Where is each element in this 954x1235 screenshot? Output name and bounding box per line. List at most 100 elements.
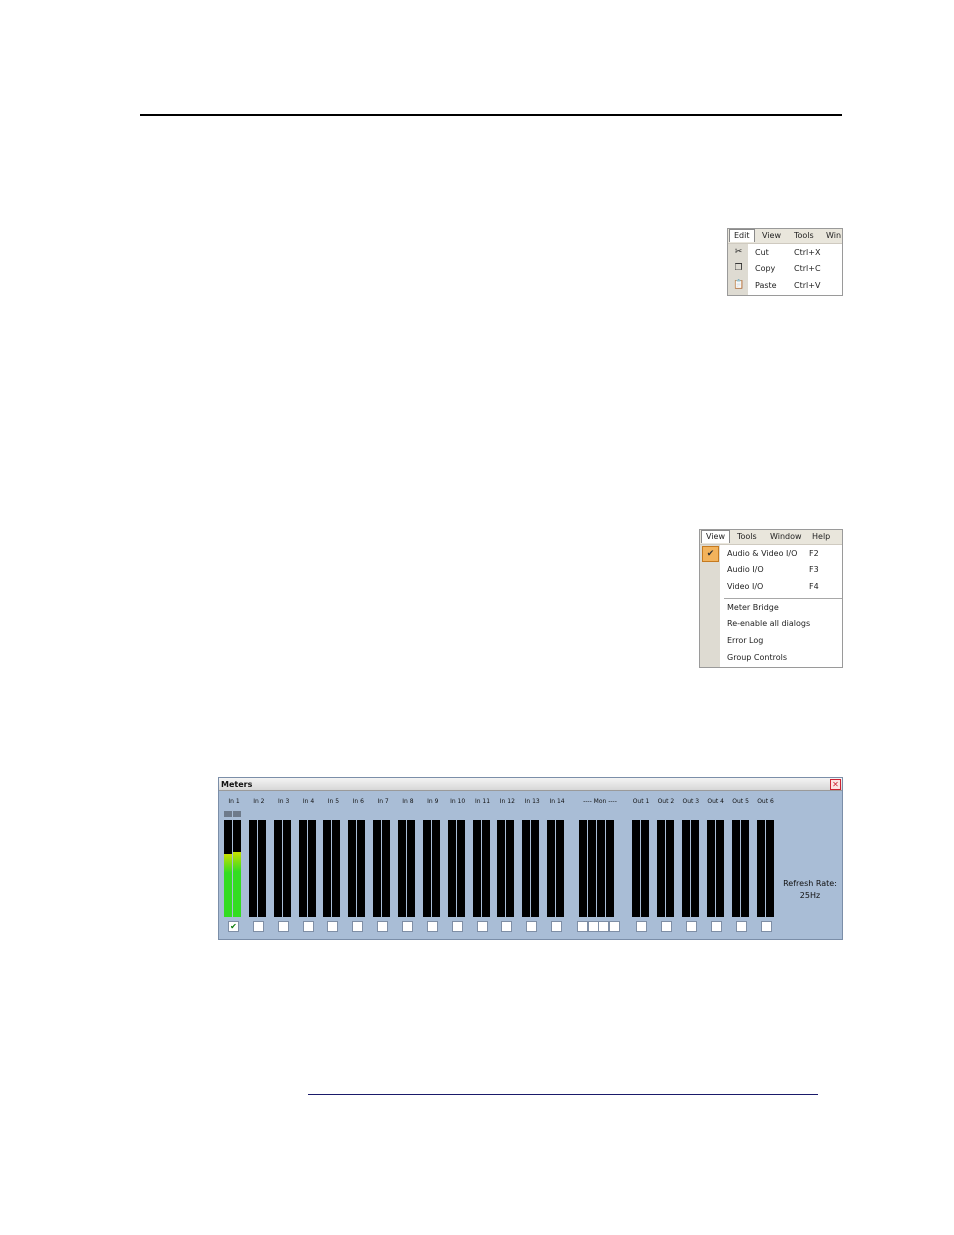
menu-view[interactable]: View [701, 530, 730, 543]
output-checkbox[interactable] [660, 921, 672, 932]
meter-bar [547, 820, 556, 917]
output-label: Out 5 [732, 798, 749, 805]
menu-item-audio-video-io[interactable]: ✔ Audio & Video I/O F2 [700, 546, 842, 562]
mon-checkbox[interactable] [608, 921, 620, 932]
channel-checkbox[interactable] [551, 921, 563, 932]
meter-bar [556, 820, 565, 917]
output-label: Out 2 [657, 798, 675, 805]
meter-bar [656, 820, 665, 917]
meter-bar [665, 820, 674, 917]
meter-bar [456, 820, 465, 917]
menu-item-label: Copy [755, 264, 776, 273]
channel-label: In 12 [499, 798, 515, 805]
channel-label: In 8 [402, 798, 414, 805]
channel-checkbox[interactable] [451, 921, 463, 932]
channel-checkbox[interactable] [401, 921, 413, 932]
mon-checkbox[interactable] [598, 921, 609, 932]
menu-item-label: Audio & Video I/O [727, 549, 798, 558]
channel-checkbox[interactable] [302, 921, 314, 932]
meter-bar [481, 820, 490, 917]
channel-label: In 4 [302, 798, 315, 805]
meter-bar [224, 820, 232, 917]
menu-item-meter-bridge[interactable]: Meter Bridge [700, 600, 842, 616]
channel-checkbox[interactable] [252, 921, 264, 932]
menubar: View Tools Window Help [700, 530, 842, 545]
close-icon[interactable]: ✕ [830, 779, 841, 790]
meter-bar [472, 820, 481, 917]
meter-bar [397, 820, 406, 917]
channel-label: In 11 [474, 798, 491, 805]
output-label: Out 4 [707, 798, 724, 805]
menu-item-label: Meter Bridge [727, 603, 779, 612]
channel-label: In 5 [327, 798, 340, 805]
menu-item-label: Re-enable all dialogs [727, 619, 811, 628]
output-label: Out 1 [632, 798, 650, 805]
meter-bar [765, 820, 774, 917]
meter-bar [681, 820, 690, 917]
channel-label: In 13 [524, 798, 540, 805]
channel-label: In 7 [377, 798, 389, 805]
meter-bar [606, 820, 614, 917]
meters-title: Meters [221, 780, 253, 789]
menu-item-reenable-dialogs[interactable]: Re-enable all dialogs [700, 616, 842, 632]
output-checkbox[interactable] [735, 921, 747, 932]
channel-checkbox[interactable] [352, 921, 364, 932]
channel-checkbox[interactable] [526, 921, 538, 932]
channel-checkbox[interactable] [277, 921, 289, 932]
menu-item-paste[interactable]: 📋 Paste Ctrl+V [728, 278, 842, 294]
channel-checkbox[interactable] [327, 921, 339, 932]
channel-label: In 14 [549, 798, 565, 805]
menu-item-error-log[interactable]: Error Log [700, 633, 842, 649]
header-rule [140, 114, 842, 116]
menu-item-group-controls[interactable]: Group Controls [700, 650, 842, 666]
output-checkbox[interactable] [710, 921, 722, 932]
menu-edit[interactable]: Edit [729, 229, 755, 242]
menu-item-cut[interactable]: ✂ Cut Ctrl+X [728, 245, 842, 261]
meter-bar [588, 820, 596, 917]
output-checkbox[interactable] [760, 921, 772, 932]
output-checkbox[interactable] [636, 921, 647, 932]
channel-checkbox[interactable] [476, 921, 488, 932]
mon-checkbox[interactable] [577, 921, 588, 932]
menu-item-label: Error Log [727, 636, 764, 645]
checkmark-icon: ✔ [702, 546, 719, 562]
output-label: Out 6 [757, 798, 774, 805]
output-checkbox[interactable] [685, 921, 697, 932]
meter-bar [257, 820, 266, 917]
channel-checkbox[interactable] [377, 921, 389, 932]
menu-view[interactable]: View [758, 230, 785, 242]
menu-item-copy[interactable]: ❐ Copy Ctrl+C [728, 261, 842, 277]
output-label: Out 3 [682, 798, 700, 805]
meter-bar [233, 820, 241, 917]
meter-bar [348, 820, 357, 917]
menu-item-shortcut: Ctrl+C [794, 264, 821, 273]
meter-bar [715, 820, 724, 917]
menu-item-label: Video I/O [727, 582, 764, 591]
meter-bar [406, 820, 415, 917]
menubar: Edit View Tools Win [728, 229, 842, 244]
meter-bar [332, 820, 341, 917]
menu-tools[interactable]: Tools [733, 531, 761, 543]
menu-item-video-io[interactable]: Video I/O F4 [700, 579, 842, 595]
meter-bar [248, 820, 257, 917]
channel-checkbox[interactable] [426, 921, 438, 932]
meter-bar [740, 820, 749, 917]
meter-bar [422, 820, 431, 917]
mon-label: ---- Mon ---- [583, 798, 617, 805]
menu-help[interactable]: Help [808, 531, 834, 543]
channel-label: In 6 [352, 798, 364, 805]
menu-item-shortcut: F3 [809, 565, 819, 574]
mon-checkbox[interactable] [587, 921, 599, 932]
peak-indicator [233, 811, 241, 817]
menu-item-shortcut: Ctrl+X [794, 248, 821, 257]
meter-bar [497, 820, 506, 917]
menu-window[interactable]: Win [822, 230, 842, 242]
refresh-rate-label: Refresh Rate: [783, 879, 837, 888]
menu-window[interactable]: Window [766, 531, 806, 543]
menu-item-label: Group Controls [727, 653, 787, 662]
channel-checkbox[interactable] [501, 921, 513, 932]
meters-titlebar: Meters ✕ [219, 778, 842, 791]
menu-item-audio-io[interactable]: Audio I/O F3 [700, 562, 842, 578]
channel-checkbox[interactable]: ✔ [228, 921, 239, 932]
menu-tools[interactable]: Tools [790, 230, 818, 242]
